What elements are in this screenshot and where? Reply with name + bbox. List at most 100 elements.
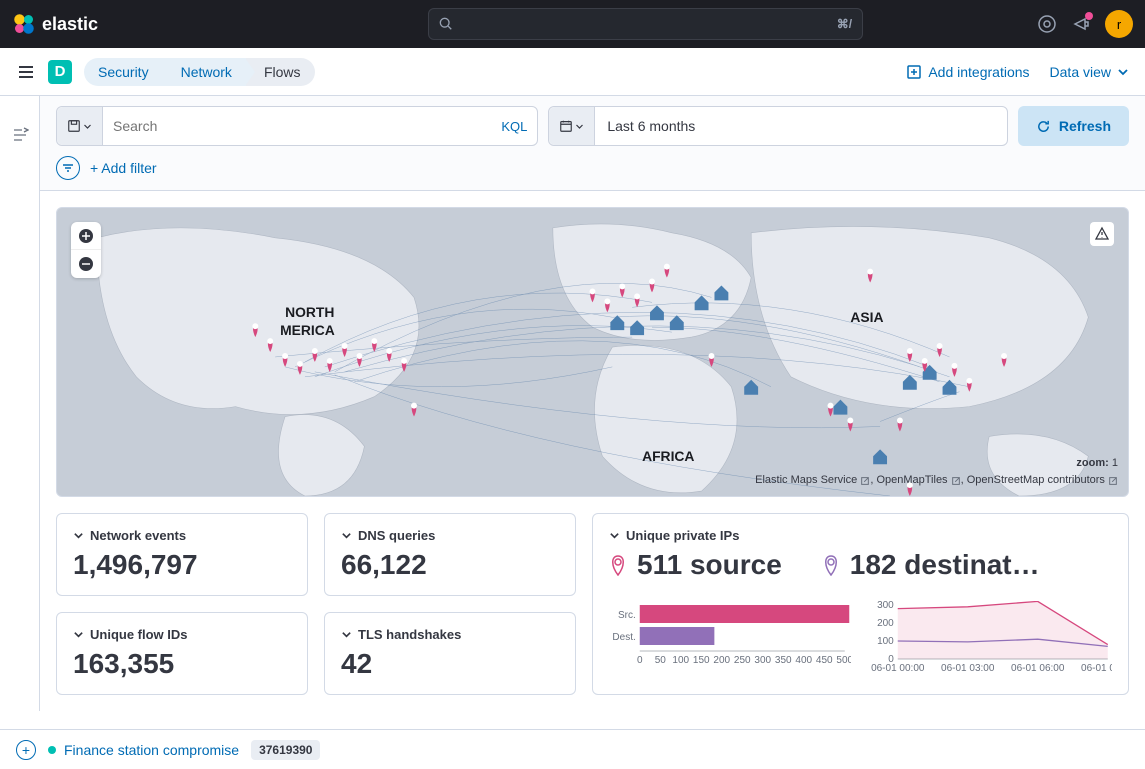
status-dot (48, 746, 56, 754)
svg-text:Src.: Src. (618, 610, 636, 621)
refresh-icon (1036, 119, 1051, 134)
svg-text:0: 0 (637, 655, 643, 666)
filter-icon (62, 162, 74, 174)
tls-handshakes-value: 42 (341, 648, 559, 680)
svg-text:400: 400 (795, 655, 812, 666)
global-search-input[interactable]: ⌘/ (428, 8, 863, 40)
date-range-group: Last 6 months (548, 106, 1008, 146)
ip-line-chart: 010020030006-01 00:0006-01 03:0006-01 06… (871, 601, 1113, 673)
left-rail (0, 96, 40, 711)
zoom-in-button[interactable] (71, 222, 101, 250)
chevron-down-icon[interactable] (609, 530, 620, 541)
ip-bar-chart: Src.Dest.050100150200250300350400450500 (609, 601, 851, 673)
saved-query-button[interactable] (57, 107, 103, 145)
svg-text:500: 500 (836, 655, 850, 666)
dns-queries-card: DNS queries 66,122 (324, 513, 576, 596)
svg-text:200: 200 (877, 618, 894, 629)
help-icon[interactable] (1037, 14, 1057, 34)
search-field-group: KQL (56, 106, 538, 146)
svg-text:200: 200 (713, 655, 730, 666)
add-integrations-link[interactable]: Add integrations (906, 64, 1029, 80)
date-range-display[interactable]: Last 6 months (595, 118, 1007, 134)
network-map[interactable]: NORTH MERICA AFRICA ASIA zoom: 1 Elastic… (56, 207, 1129, 497)
svg-text:100: 100 (877, 636, 894, 647)
chevron-down-icon (575, 122, 584, 131)
calendar-icon (559, 119, 573, 133)
space-selector[interactable]: D (48, 60, 72, 84)
map-zoom-controls (71, 222, 101, 278)
brand-name: elastic (42, 14, 98, 35)
map-attribution: zoom: 1 Elastic Maps Service , OpenMapTi… (755, 455, 1118, 490)
svg-text:06-01 06:00: 06-01 06:00 (1011, 663, 1065, 673)
external-link-icon (1108, 476, 1118, 486)
filter-options-button[interactable] (56, 156, 80, 180)
svg-text:06-01 00:00: 06-01 00:00 (871, 663, 925, 673)
unique-flow-ids-card: Unique flow IDs 163,355 (56, 612, 308, 695)
search-icon (439, 17, 453, 31)
svg-text:06-01 03:00: 06-01 03:00 (941, 663, 995, 673)
external-link-icon (951, 476, 961, 486)
chevron-down-icon (83, 122, 92, 131)
breadcrumb-flows: Flows (246, 58, 315, 86)
refresh-button[interactable]: Refresh (1018, 106, 1129, 146)
svg-text:Dest.: Dest. (612, 632, 635, 643)
zoom-out-button[interactable] (71, 250, 101, 278)
source-ips-value: 511 source (637, 549, 782, 581)
continent-label-na2: MERICA (280, 322, 335, 338)
news-icon[interactable] (1071, 14, 1091, 34)
attrib-osm[interactable]: OpenStreetMap contributors (967, 474, 1105, 486)
elastic-logo-icon (12, 12, 36, 36)
tls-handshakes-card: TLS handshakes 42 (324, 612, 576, 695)
add-timeline-button[interactable]: + (16, 740, 36, 760)
global-header: elastic ⌘/ r (0, 0, 1145, 48)
unique-private-ips-card: Unique private IPs 511 source 182 destin… (592, 513, 1129, 695)
kql-search-input[interactable] (103, 118, 491, 134)
external-link-icon (860, 476, 870, 486)
svg-text:100: 100 (672, 655, 689, 666)
dest-pin-icon (822, 554, 840, 576)
case-name: Finance station compromise (64, 742, 239, 758)
data-view-selector[interactable]: Data view (1050, 64, 1129, 80)
timeline-case[interactable]: Finance station compromise (48, 742, 239, 758)
breadcrumb-security[interactable]: Security (84, 58, 163, 86)
svg-text:350: 350 (775, 655, 792, 666)
unique-flow-ids-value: 163,355 (73, 648, 291, 680)
map-warning-icon[interactable] (1090, 222, 1114, 246)
user-avatar[interactable]: r (1105, 10, 1133, 38)
dns-queries-value: 66,122 (341, 549, 559, 581)
disk-icon (67, 119, 81, 133)
svg-text:50: 50 (655, 655, 667, 666)
chevron-down-icon[interactable] (341, 629, 352, 640)
expand-rail-icon[interactable] (11, 126, 29, 144)
attrib-omt[interactable]: OpenMapTiles (876, 474, 947, 486)
svg-text:150: 150 (693, 655, 710, 666)
timeline-footer: + Finance station compromise 37619390 (0, 729, 1145, 769)
add-filter-button[interactable]: + Add filter (90, 160, 157, 176)
query-toolbar: KQL Last 6 months Refresh (40, 96, 1145, 191)
dest-ips-value: 182 destinat… (850, 549, 1040, 581)
search-shortcut: ⌘/ (837, 17, 852, 31)
svg-text:300: 300 (877, 601, 894, 611)
chevron-down-icon[interactable] (73, 530, 84, 541)
continent-label-na1: NORTH (285, 304, 334, 320)
elastic-logo[interactable]: elastic (12, 12, 98, 36)
integrations-icon (906, 64, 922, 80)
notification-dot (1085, 12, 1093, 20)
svg-text:450: 450 (816, 655, 833, 666)
case-id-badge: 37619390 (251, 740, 320, 760)
chevron-down-icon (1117, 66, 1129, 78)
attrib-elastic[interactable]: Elastic Maps Service (755, 474, 857, 486)
date-picker-button[interactable] (549, 107, 595, 145)
svg-text:06-01 09:00: 06-01 09:00 (1081, 663, 1112, 673)
kql-toggle[interactable]: KQL (491, 119, 537, 134)
network-events-value: 1,496,797 (73, 549, 291, 581)
app-subheader: D Security Network Flows Add integration… (0, 48, 1145, 96)
chevron-down-icon[interactable] (341, 530, 352, 541)
svg-text:300: 300 (754, 655, 771, 666)
source-pin-icon (609, 554, 627, 576)
chevron-down-icon[interactable] (73, 629, 84, 640)
breadcrumb-network[interactable]: Network (163, 58, 246, 86)
breadcrumb: Security Network Flows (84, 58, 315, 86)
nav-menu-icon[interactable] (16, 62, 36, 82)
continent-label-asia: ASIA (850, 309, 883, 325)
